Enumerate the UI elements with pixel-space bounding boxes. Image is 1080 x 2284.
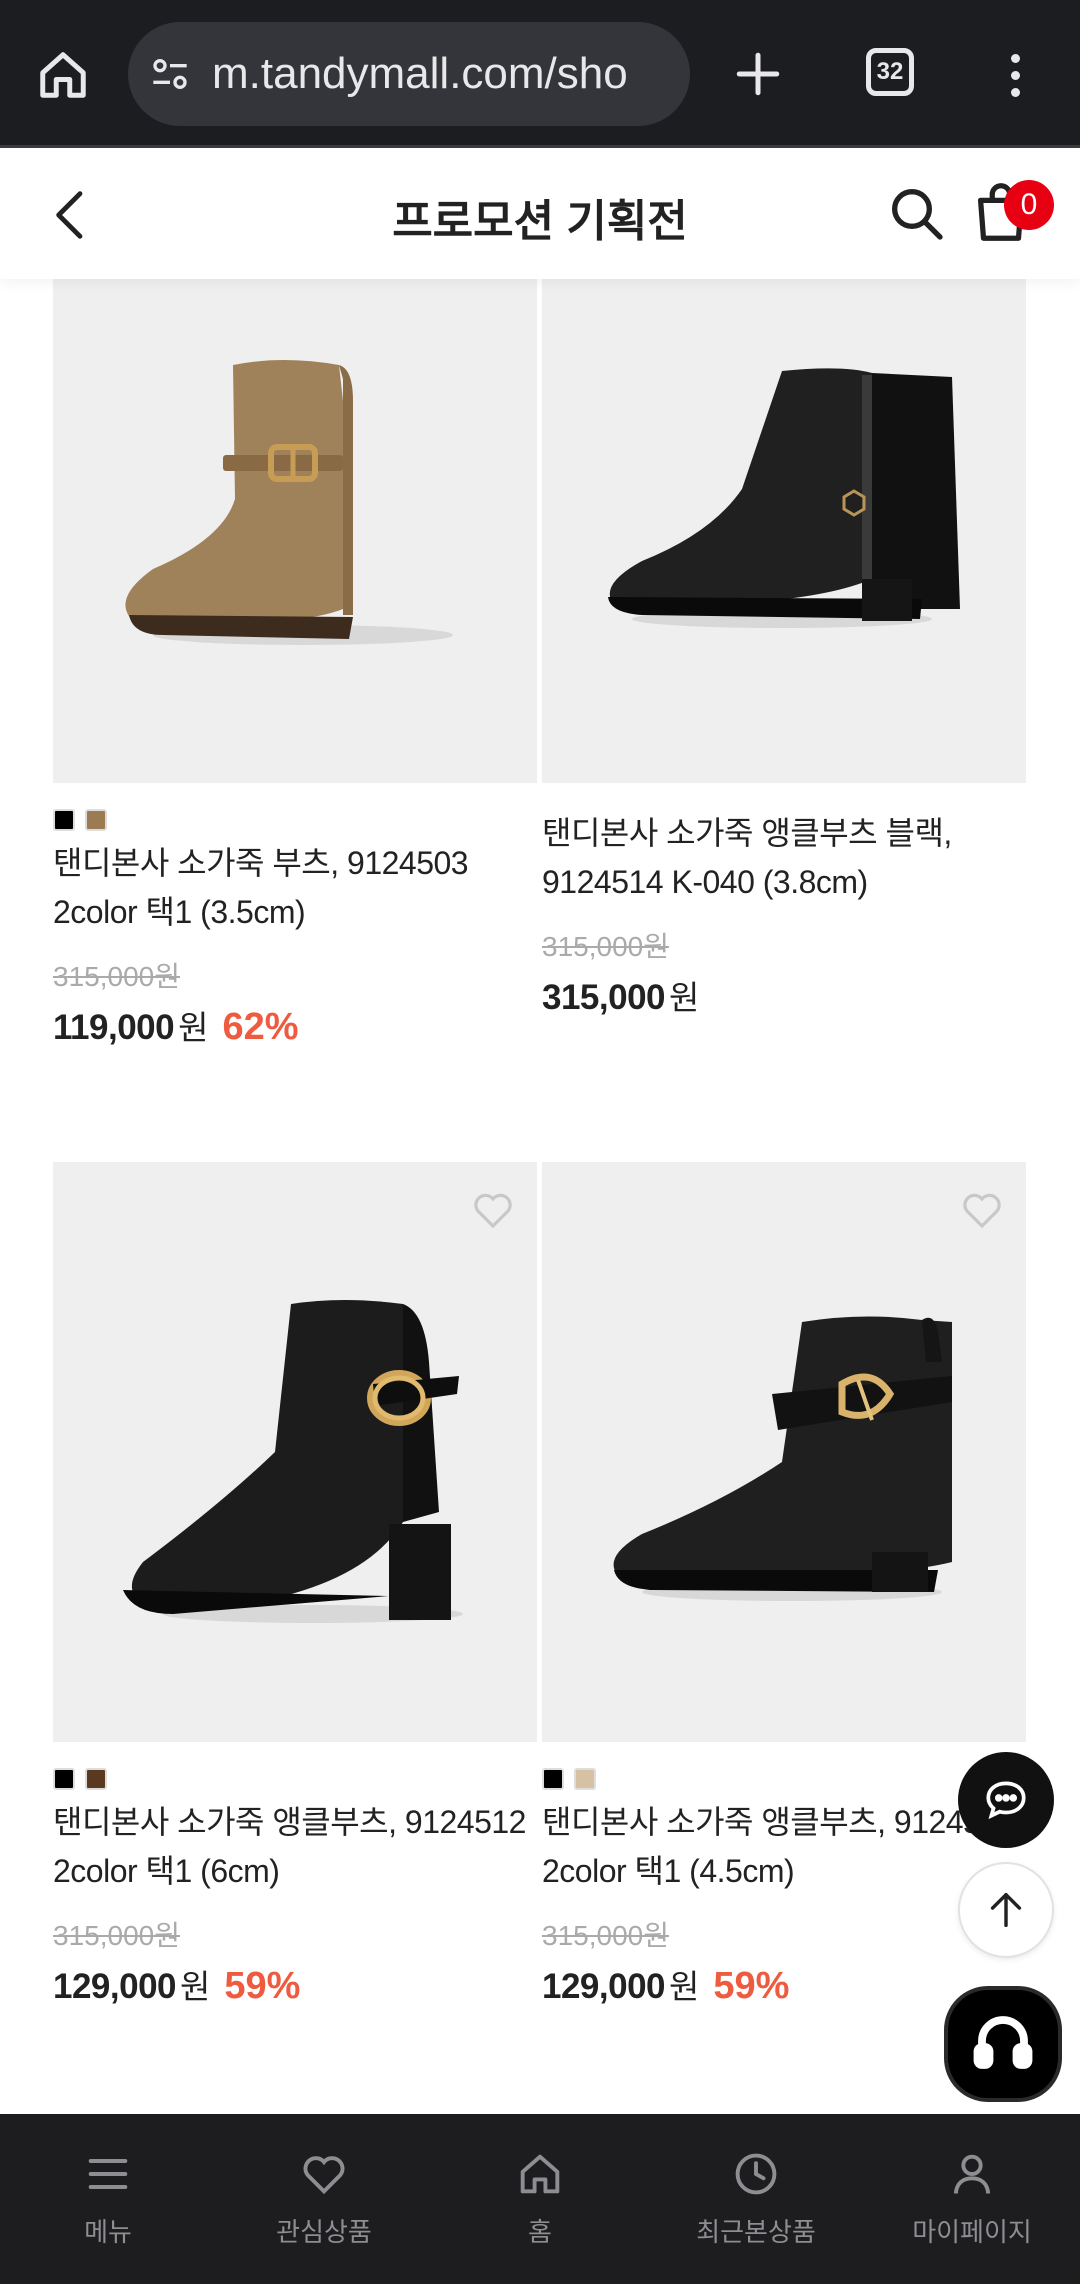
sale-price: 129,000 (53, 1967, 177, 2006)
product-image[interactable] (542, 1162, 1026, 1742)
product-card[interactable]: 탠디본사 소가죽 앵클부츠, 9124511 2color 택1 (4.5cm)… (542, 1162, 1026, 2008)
original-price: 315,000원 (542, 931, 669, 962)
color-swatch[interactable] (542, 1768, 564, 1790)
product-name[interactable]: 탠디본사 소가죽 앵클부츠, 9124511 2color 택1 (4.5cm) (542, 1798, 1026, 1896)
product-image[interactable] (542, 279, 1026, 783)
customer-service-button[interactable] (944, 1986, 1062, 2102)
nav-item-home[interactable]: 홈 (432, 2114, 648, 2284)
wishlist-heart-icon[interactable] (958, 1186, 1006, 1234)
price-row: 315,000 원 (542, 971, 1026, 1019)
more-dot-icon (1010, 53, 1020, 63)
url-text: m.tandymall.com/sho (212, 49, 628, 98)
color-swatch[interactable] (574, 1768, 596, 1790)
original-price: 315,000원 (53, 961, 180, 992)
nav-item-menu[interactable]: 메뉴 (0, 2114, 216, 2284)
color-swatch[interactable] (53, 1768, 75, 1790)
product-photo-strap-ankle-boot (613, 1316, 952, 1601)
original-price: 315,000원 (53, 1920, 180, 1951)
heart-icon (303, 2156, 345, 2195)
cart-count-badge: 0 (1004, 180, 1054, 230)
user-icon (953, 2154, 991, 2194)
wishlist-heart-icon[interactable] (469, 1186, 517, 1234)
product-image[interactable] (53, 279, 537, 783)
clock-icon (735, 2153, 777, 2195)
nav-label: 관심상품 (276, 2217, 372, 2247)
product-card[interactable]: 탠디본사 소가죽 부츠, 9124503 2color 택1 (3.5cm) 3… (53, 279, 537, 1049)
price-row: 119,000 원 62% (53, 1001, 537, 1049)
product-photo-heeled-ankle-boot (123, 1300, 463, 1623)
new-tab-button[interactable] (722, 38, 794, 110)
product-card[interactable]: 탠디본사 소가죽 앵클부츠 블랙, 9124514 K-040 (3.8cm) … (542, 279, 1026, 1019)
product-photo-black-ankle-boot (608, 368, 960, 628)
more-dot-icon (1010, 70, 1020, 80)
address-bar[interactable]: m.tandymall.com/sho (128, 22, 690, 126)
nav-label: 마이페이지 (912, 2217, 1032, 2247)
sale-price: 315,000 (542, 978, 666, 1017)
color-swatches (542, 1768, 1026, 1792)
sale-price: 119,000 (53, 1008, 175, 1047)
menu-icon (88, 2159, 128, 2189)
nav-label: 홈 (528, 2217, 552, 2247)
more-dot-icon (1010, 87, 1020, 97)
nav-item-wishlist[interactable]: 관심상품 (216, 2114, 432, 2284)
discount-rate: 62% (222, 1006, 299, 1048)
home-icon (40, 52, 86, 98)
sale-price: 129,000 (542, 1967, 666, 2006)
currency: 원 (180, 1968, 211, 2005)
price-row: 129,000 원 59% (53, 1960, 537, 2008)
nav-label: 메뉴 (84, 2217, 132, 2247)
nav-item-recent[interactable]: 최근본상품 (648, 2114, 864, 2284)
chat-bubble-icon (986, 1781, 1026, 1820)
tab-switcher-button[interactable]: 32 (866, 48, 914, 96)
product-card[interactable]: 탠디본사 소가죽 앵클부츠, 9124512 2color 택1 (6cm) 3… (53, 1162, 537, 2008)
color-swatch[interactable] (85, 1768, 107, 1790)
currency: 원 (669, 1968, 700, 2005)
home-icon (520, 2154, 560, 2194)
color-swatches (53, 809, 537, 833)
chat-button[interactable] (958, 1752, 1054, 1848)
browser-menu-button[interactable] (990, 40, 1040, 110)
nav-item-mypage[interactable]: 마이페이지 (864, 2114, 1080, 2284)
color-swatch[interactable] (53, 809, 75, 831)
nav-label: 최근본상품 (696, 2217, 816, 2247)
search-icon[interactable] (884, 181, 948, 245)
product-image[interactable] (53, 1162, 537, 1742)
product-photo-tan-ankle-boot (125, 360, 453, 645)
headset-icon (973, 2016, 1033, 2069)
discount-rate: 59% (224, 1965, 301, 2007)
browser-toolbar: m.tandymall.com/sho 32 (0, 0, 1080, 148)
currency: 원 (669, 979, 700, 1016)
bottom-navigation: 메뉴 관심상품 홈 최근본상품 마이페이지 (0, 2114, 1080, 2284)
currency: 원 (178, 1009, 209, 1046)
product-name[interactable]: 탠디본사 소가죽 부츠, 9124503 2color 택1 (3.5cm) (53, 839, 537, 937)
product-name[interactable]: 탠디본사 소가죽 앵클부츠, 9124512 2color 택1 (6cm) (53, 1798, 537, 1896)
browser-home-button[interactable] (28, 40, 98, 110)
arrow-up-icon (990, 1892, 1022, 1928)
original-price: 315,000원 (542, 1920, 669, 1951)
product-name[interactable]: 탠디본사 소가죽 앵클부츠 블랙, 9124514 K-040 (3.8cm) (542, 809, 1026, 907)
site-settings-icon[interactable] (150, 54, 190, 94)
scroll-to-top-button[interactable] (958, 1862, 1054, 1958)
color-swatches (53, 1768, 537, 1792)
plus-icon (736, 52, 780, 96)
page-header: 프로모션 기획전 (0, 151, 1080, 279)
discount-rate: 59% (713, 1965, 790, 2007)
color-swatch[interactable] (85, 809, 107, 831)
